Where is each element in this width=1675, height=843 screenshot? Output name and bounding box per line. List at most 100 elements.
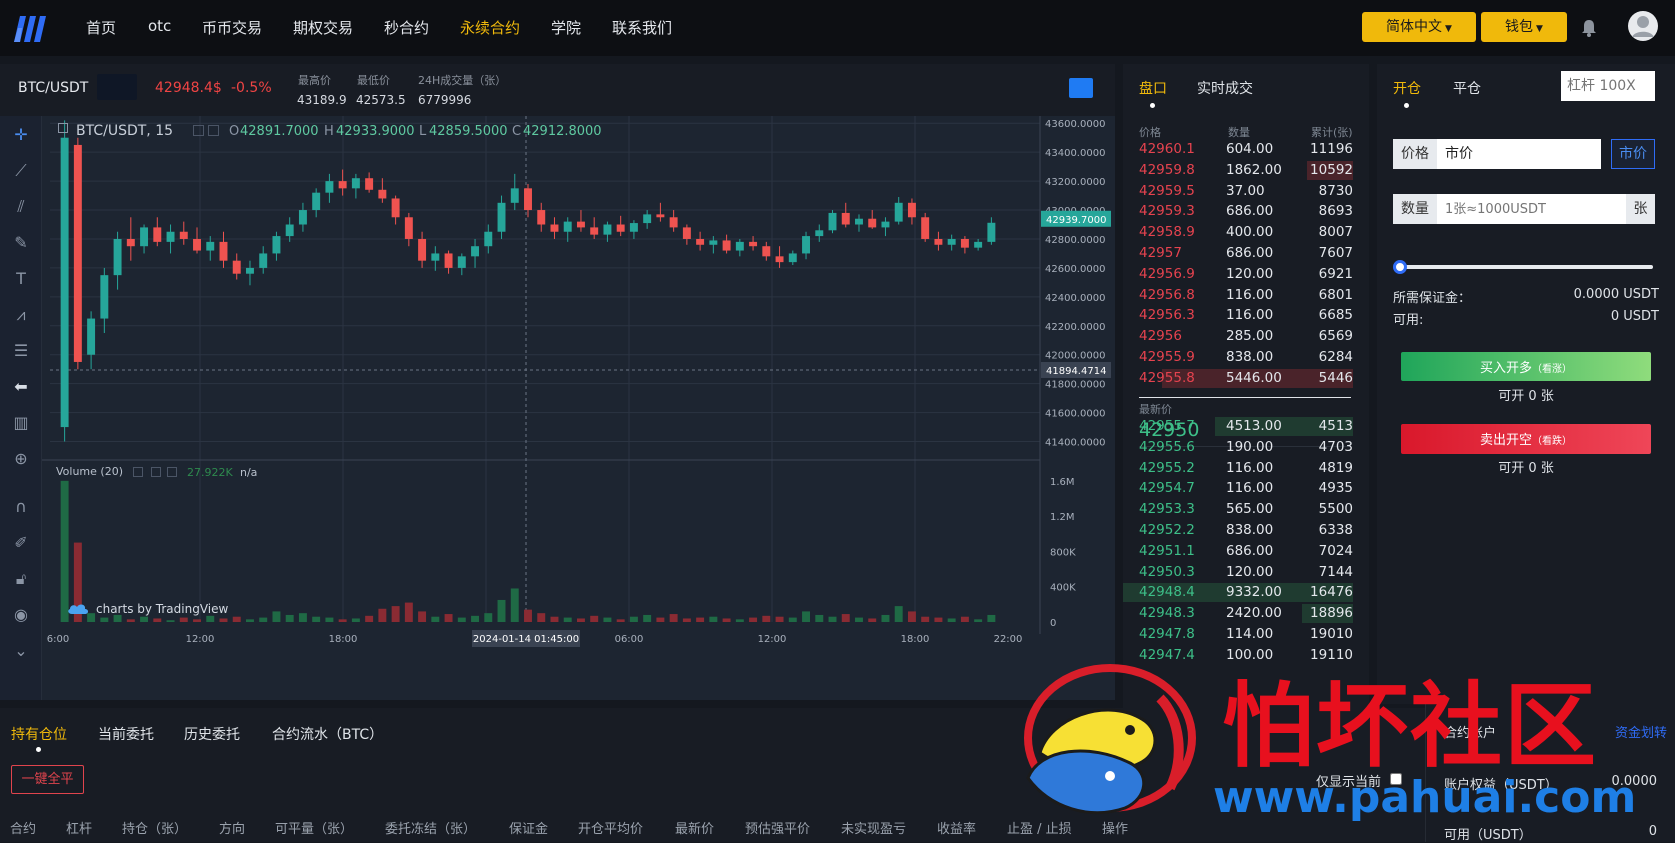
volume-settings-icon[interactable] (151, 467, 161, 477)
chevron-down-icon[interactable]: ⌄ (10, 640, 32, 662)
bid-row[interactable]: 42955.2 116.00 4819 (1123, 458, 1369, 479)
nav-contact-us[interactable]: 联系我们 (612, 17, 672, 38)
tab-current-orders[interactable]: 当前委托 (98, 724, 154, 744)
lock-drawing-icon[interactable]: ✐ (10, 532, 32, 554)
tab-positions[interactable]: 持有仓位 (11, 724, 67, 744)
tab-order-history[interactable]: 历史委托 (184, 724, 240, 744)
tab-contract-ledger[interactable]: 合约流水（BTC） (272, 724, 383, 744)
bid-row[interactable]: 42954.7 116.00 4935 (1123, 478, 1369, 499)
crosshair-icon[interactable]: ✛ (10, 124, 32, 146)
ask-row[interactable]: 42955.9 838.00 6284 (1123, 347, 1369, 368)
ask-row[interactable]: 42959.8 1862.00 10592 (1123, 160, 1369, 181)
positions-panel: 持有仓位 当前委托 历史委托 合约流水（BTC） 一键全平 仅显示当前 合约 杠杆… (0, 708, 1425, 842)
nav-home[interactable]: 首页 (86, 17, 116, 38)
bid-row[interactable]: 42953.3 565.00 5500 (1123, 499, 1369, 520)
candle-body (365, 178, 374, 190)
bid-row[interactable]: 42951.1 686.00 7024 (1123, 541, 1369, 562)
candle-body (444, 253, 453, 268)
nav-second-contract[interactable]: 秒合约 (384, 17, 429, 38)
legend-hide-icon[interactable] (208, 125, 219, 136)
ask-row[interactable]: 42957 686.00 7607 (1123, 243, 1369, 264)
back-arrow-icon[interactable]: ⬅ (10, 376, 32, 398)
ob-col-qty: 数量 (1228, 126, 1250, 139)
volume-hide-icon[interactable] (133, 467, 143, 477)
pattern-tool-icon[interactable]: ⩘ (10, 304, 32, 326)
ask-row[interactable]: 42959.3 686.00 8693 (1123, 201, 1369, 222)
volume-bar (550, 616, 559, 622)
tab-close-position[interactable]: 平仓 (1453, 78, 1481, 98)
pair-selector-box[interactable] (97, 74, 137, 100)
ask-row[interactable]: 42956 285.00 6569 (1123, 326, 1369, 347)
brush-icon[interactable]: ✎ (10, 232, 32, 254)
site-logo[interactable] (12, 12, 50, 44)
fib-tool-icon[interactable]: ⫽ (10, 196, 32, 218)
drawing-toolbar: ✛ ⟋ ⫽ ✎ T ⩘ ☰ ⬅ ▥ ⊕ ∩ ✐ 🔓︎ ◉ ⌄ (0, 116, 42, 700)
tab-order-book[interactable]: 盘口 (1139, 78, 1167, 98)
trend-line-icon[interactable]: ⟋ (10, 160, 32, 182)
bid-qty: 838.00 (1226, 522, 1274, 538)
ask-row[interactable]: 42955.8 5446.00 5446 (1123, 368, 1369, 389)
price-tick-label: 42000.0000 (1045, 351, 1105, 362)
bell-icon[interactable] (1580, 18, 1598, 38)
tradingview-attribution[interactable]: charts by TradingView (96, 602, 228, 616)
magnet-icon[interactable]: ∩ (10, 496, 32, 518)
nav-options-trading[interactable]: 期权交易 (293, 17, 353, 38)
candle-body (524, 188, 532, 211)
candle-body (934, 238, 943, 245)
legend-collapse-icon[interactable] (58, 123, 68, 133)
legend-settings-icon[interactable] (193, 125, 204, 136)
eye-icon[interactable]: ◉ (10, 604, 32, 626)
price-tick-label: 43400.0000 (1045, 148, 1105, 159)
wallet-button[interactable]: 钱包 ▼ (1481, 12, 1567, 42)
text-tool-icon[interactable]: T (10, 268, 32, 290)
zoom-in-icon[interactable]: ⊕ (10, 448, 32, 470)
fullscreen-button[interactable] (1069, 78, 1093, 98)
bid-row[interactable]: 42950.3 120.00 7144 (1123, 562, 1369, 583)
candle-body (497, 202, 506, 232)
bid-row[interactable]: 42955.7 4513.00 4513 (1123, 416, 1369, 437)
nav-academy[interactable]: 学院 (551, 17, 581, 38)
bid-row[interactable]: 42948.3 2420.00 18896 (1123, 603, 1369, 624)
language-button[interactable]: 简体中文 ▼ (1362, 12, 1476, 42)
tab-recent-trades[interactable]: 实时成交 (1197, 78, 1253, 98)
fund-transfer-link[interactable]: 资金划转 (1615, 722, 1667, 741)
qty-slider-handle[interactable] (1393, 260, 1407, 274)
candle-body (749, 241, 758, 247)
nav-spot-trading[interactable]: 币币交易 (202, 17, 262, 38)
buy-long-button[interactable]: 买入开多（看涨） (1401, 352, 1651, 381)
volume-close-icon[interactable] (167, 467, 177, 477)
ask-row[interactable]: 42956.9 120.00 6921 (1123, 264, 1369, 285)
bid-total: 4703 (1318, 438, 1353, 455)
price-field[interactable]: 市价 (1437, 139, 1601, 169)
candle-body (325, 181, 334, 193)
ask-row[interactable]: 42959.5 37.00 8730 (1123, 181, 1369, 202)
ask-row[interactable]: 42960.1 604.00 11196 (1123, 139, 1369, 160)
bid-row[interactable]: 42948.4 9332.00 16476 (1123, 582, 1369, 603)
nav-otc[interactable]: otc (148, 17, 171, 35)
qty-slider-track[interactable] (1399, 265, 1653, 269)
tab-open-position[interactable]: 开仓 (1393, 78, 1421, 98)
ask-row[interactable]: 42956.3 116.00 6685 (1123, 305, 1369, 326)
market-price-button[interactable]: 市价 (1611, 139, 1655, 169)
ask-price: 42960.1 (1139, 141, 1195, 157)
nav-perpetual-contract[interactable]: 永续合约 (460, 17, 520, 38)
bid-row[interactable]: 42952.2 838.00 6338 (1123, 520, 1369, 541)
close-all-button[interactable]: 一键全平 (11, 765, 84, 794)
qty-input[interactable] (1437, 194, 1626, 224)
ticker-pair[interactable]: BTC/USDT (18, 80, 88, 96)
leverage-input[interactable] (1561, 71, 1655, 101)
measure-tool-icon[interactable]: ☰ (10, 340, 32, 362)
ticker-change: -0.5% (231, 80, 272, 96)
volume-bar (100, 617, 109, 622)
lock-icon[interactable]: 🔓︎ (10, 568, 32, 590)
volume-bar (881, 614, 890, 622)
active-tab-dot (1150, 103, 1155, 108)
sell-short-button[interactable]: 卖出开空（看跌） (1401, 424, 1651, 454)
bid-row[interactable]: 42947.8 114.00 19010 (1123, 624, 1369, 645)
indicator-icon[interactable]: ▥ (10, 412, 32, 434)
ask-row[interactable]: 42956.8 116.00 6801 (1123, 285, 1369, 306)
avatar-icon[interactable] (1627, 10, 1659, 42)
candle-body (312, 192, 321, 211)
ask-row[interactable]: 42958.9 400.00 8007 (1123, 222, 1369, 243)
bid-row[interactable]: 42955.6 190.00 4703 (1123, 437, 1369, 458)
